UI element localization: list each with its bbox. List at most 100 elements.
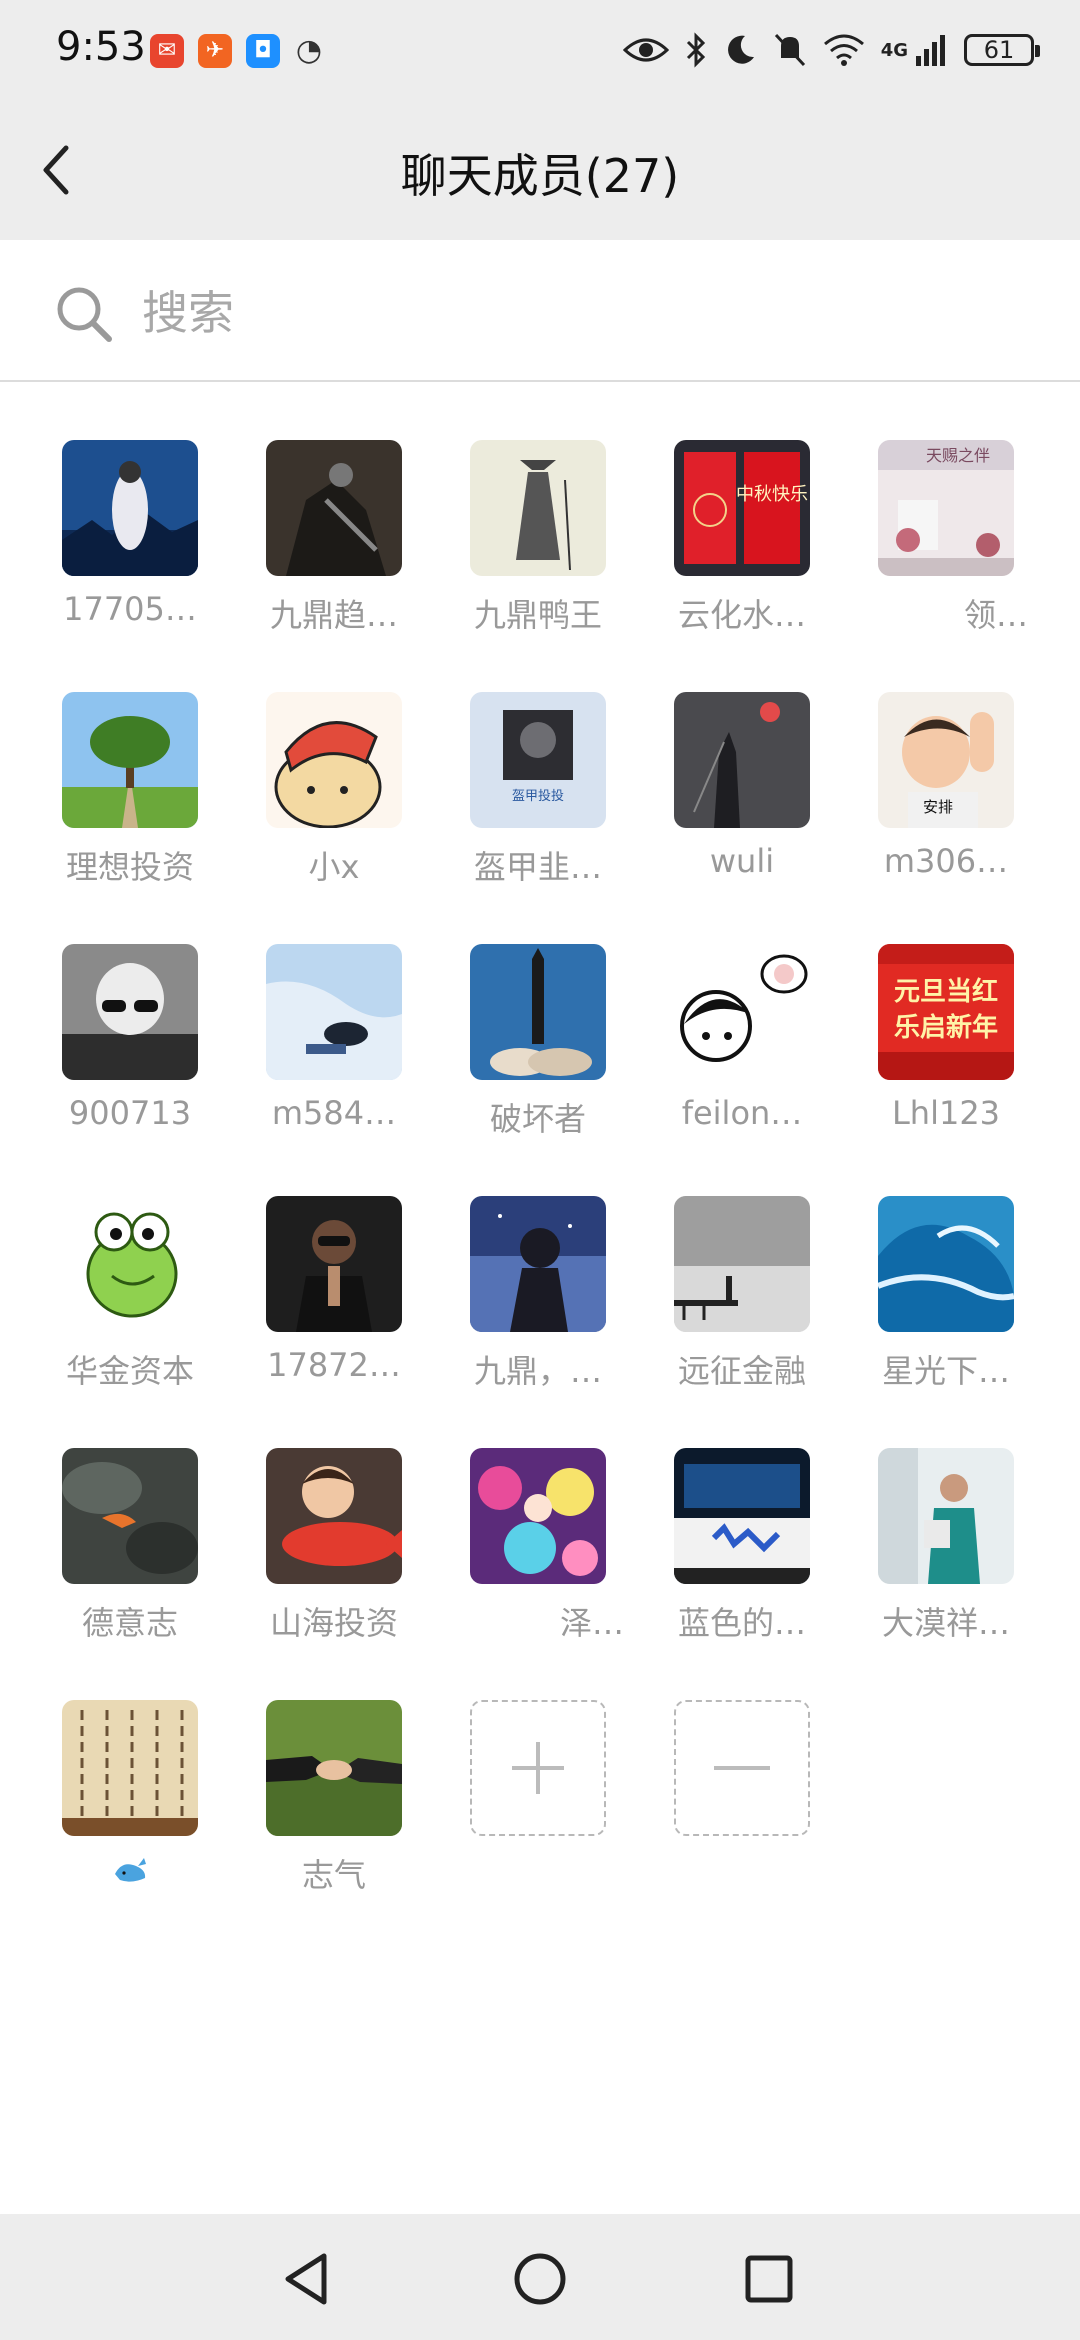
member-avatar: [62, 1700, 198, 1836]
avatar-text: 元旦当红: [894, 976, 998, 1007]
member-item[interactable]: 天赐之伴 领…: [856, 440, 1036, 660]
member-avatar: 天赐之伴: [878, 440, 1014, 576]
member-item[interactable]: 远征金融: [652, 1196, 832, 1416]
status-bar: 9:53 ✉ ✈ ◘ ◔ 4G 61: [0, 0, 1080, 100]
member-name: 17872…: [267, 1346, 401, 1384]
member-name: 德意志: [81, 1604, 178, 1642]
member-item[interactable]: 元旦当红乐启新年 Lhl123: [856, 944, 1036, 1164]
member-name: 领…: [963, 596, 1028, 634]
avatar-text: 中秋快乐: [736, 484, 808, 505]
member-avatar: [470, 1448, 606, 1584]
member-item[interactable]: 蓝色的…: [652, 1448, 832, 1668]
member-item[interactable]: 泽…: [448, 1448, 628, 1668]
member-avatar: [62, 440, 198, 576]
member-avatar: 元旦当红 乐启新年: [878, 944, 1014, 1080]
avatar-text: 天赐之伴: [926, 446, 990, 465]
member-avatar: [266, 692, 402, 828]
member-item[interactable]: 九鼎趋…: [244, 440, 424, 660]
minus-icon: [714, 1766, 770, 1770]
member-avatar: 中秋快乐: [674, 440, 810, 576]
member-name: m584…: [271, 1094, 397, 1132]
member-name: 九鼎趋…: [269, 596, 398, 634]
member-avatar: [62, 1196, 198, 1332]
member-avatar: [878, 1448, 1014, 1584]
avatar-text: 安排: [923, 798, 953, 816]
member-avatar: 安排: [878, 692, 1014, 828]
mute-icon: [774, 33, 805, 67]
member-item[interactable]: 17705…: [40, 440, 220, 660]
add-member-button[interactable]: [448, 1700, 628, 1920]
moon-icon: [727, 35, 754, 64]
remove-member-button[interactable]: [652, 1700, 832, 1920]
member-avatar: [266, 1196, 402, 1332]
back-triangle-icon[interactable]: [274, 2244, 344, 2314]
member-item[interactable]: 破坏者: [448, 944, 628, 1164]
member-avatar: [62, 692, 198, 828]
member-item[interactable]: 理想投资: [40, 692, 220, 912]
member-item[interactable]: 九鼎鸭王: [448, 440, 628, 660]
search-input[interactable]: [140, 280, 1024, 346]
app-notification-icon: ✈: [198, 34, 232, 68]
member-name: 理想投资: [65, 848, 194, 886]
home-circle-icon[interactable]: [505, 2244, 575, 2314]
member-avatar: [674, 692, 810, 828]
member-item[interactable]: 900713: [40, 944, 220, 1164]
member-item[interactable]: 安排 m306…: [856, 692, 1036, 912]
member-item[interactable]: 小x: [244, 692, 424, 912]
member-item[interactable]: m584…: [244, 944, 424, 1164]
member-avatar: [62, 1448, 198, 1584]
member-item[interactable]: feilon…: [652, 944, 832, 1164]
member-avatar: [266, 440, 402, 576]
member-avatar: [266, 1448, 402, 1584]
member-item[interactable]: 九鼎，…: [448, 1196, 628, 1416]
member-name: 山海投资: [269, 1604, 398, 1642]
recents-square-icon[interactable]: [734, 2244, 804, 2314]
member-avatar: [674, 944, 810, 1080]
member-item[interactable]: wuli: [652, 692, 832, 912]
member-name: 17705…: [63, 590, 197, 628]
member-avatar: 盔甲投投: [470, 692, 606, 828]
search-bar: [0, 240, 1080, 382]
search-icon: [57, 287, 112, 342]
member-item[interactable]: 中秋快乐 云化水…: [652, 440, 832, 660]
signal-icon: [916, 35, 945, 66]
member-item[interactable]: 盔甲投投 盔甲韭…: [448, 692, 628, 912]
member-avatar: [674, 1448, 810, 1584]
member-name: 志气: [301, 1856, 366, 1894]
member-name: 900713: [68, 1094, 192, 1132]
system-nav-bar: [0, 2214, 1080, 2340]
remove-member-box[interactable]: [674, 1700, 810, 1836]
add-member-box[interactable]: [470, 1700, 606, 1836]
member-name: 破坏者: [489, 1100, 586, 1138]
member-name: 泽…: [559, 1604, 624, 1642]
member-name: Lhl123: [891, 1094, 1001, 1132]
member-name: 星光下…: [881, 1352, 1010, 1390]
member-item[interactable]: 17872…: [244, 1196, 424, 1416]
chat-notification-icon: ◘: [246, 34, 280, 68]
member-item[interactable]: [40, 1700, 220, 1920]
member-name: m306…: [883, 842, 1009, 880]
member-name: 华金资本: [65, 1352, 194, 1390]
member-avatar: [470, 944, 606, 1080]
member-item[interactable]: 华金资本: [40, 1196, 220, 1416]
member-name: 云化水…: [677, 596, 806, 634]
member-item[interactable]: 德意志: [40, 1448, 220, 1668]
member-item[interactable]: 志气: [244, 1700, 424, 1920]
plus-icon: [512, 1742, 564, 1794]
member-name: 九鼎，…: [473, 1352, 602, 1390]
member-name: 盔甲韭…: [473, 848, 602, 886]
member-name: 小x: [308, 848, 360, 886]
member-item[interactable]: 大漠祥…: [856, 1448, 1036, 1668]
avatar-text: 乐启新年: [894, 1012, 998, 1043]
member-avatar: [470, 440, 606, 576]
member-avatar: [266, 1700, 402, 1836]
member-item[interactable]: 山海投资: [244, 1448, 424, 1668]
member-avatar: [266, 944, 402, 1080]
app-notification-icon: ✉: [150, 34, 184, 68]
member-avatar: [62, 944, 198, 1080]
page-title: 聊天成员(27): [400, 149, 680, 203]
whale-emoji-icon: [115, 1858, 146, 1882]
member-item[interactable]: 星光下…: [856, 1196, 1036, 1416]
member-name: 九鼎鸭王: [473, 596, 602, 634]
member-name: 蓝色的…: [677, 1604, 806, 1642]
